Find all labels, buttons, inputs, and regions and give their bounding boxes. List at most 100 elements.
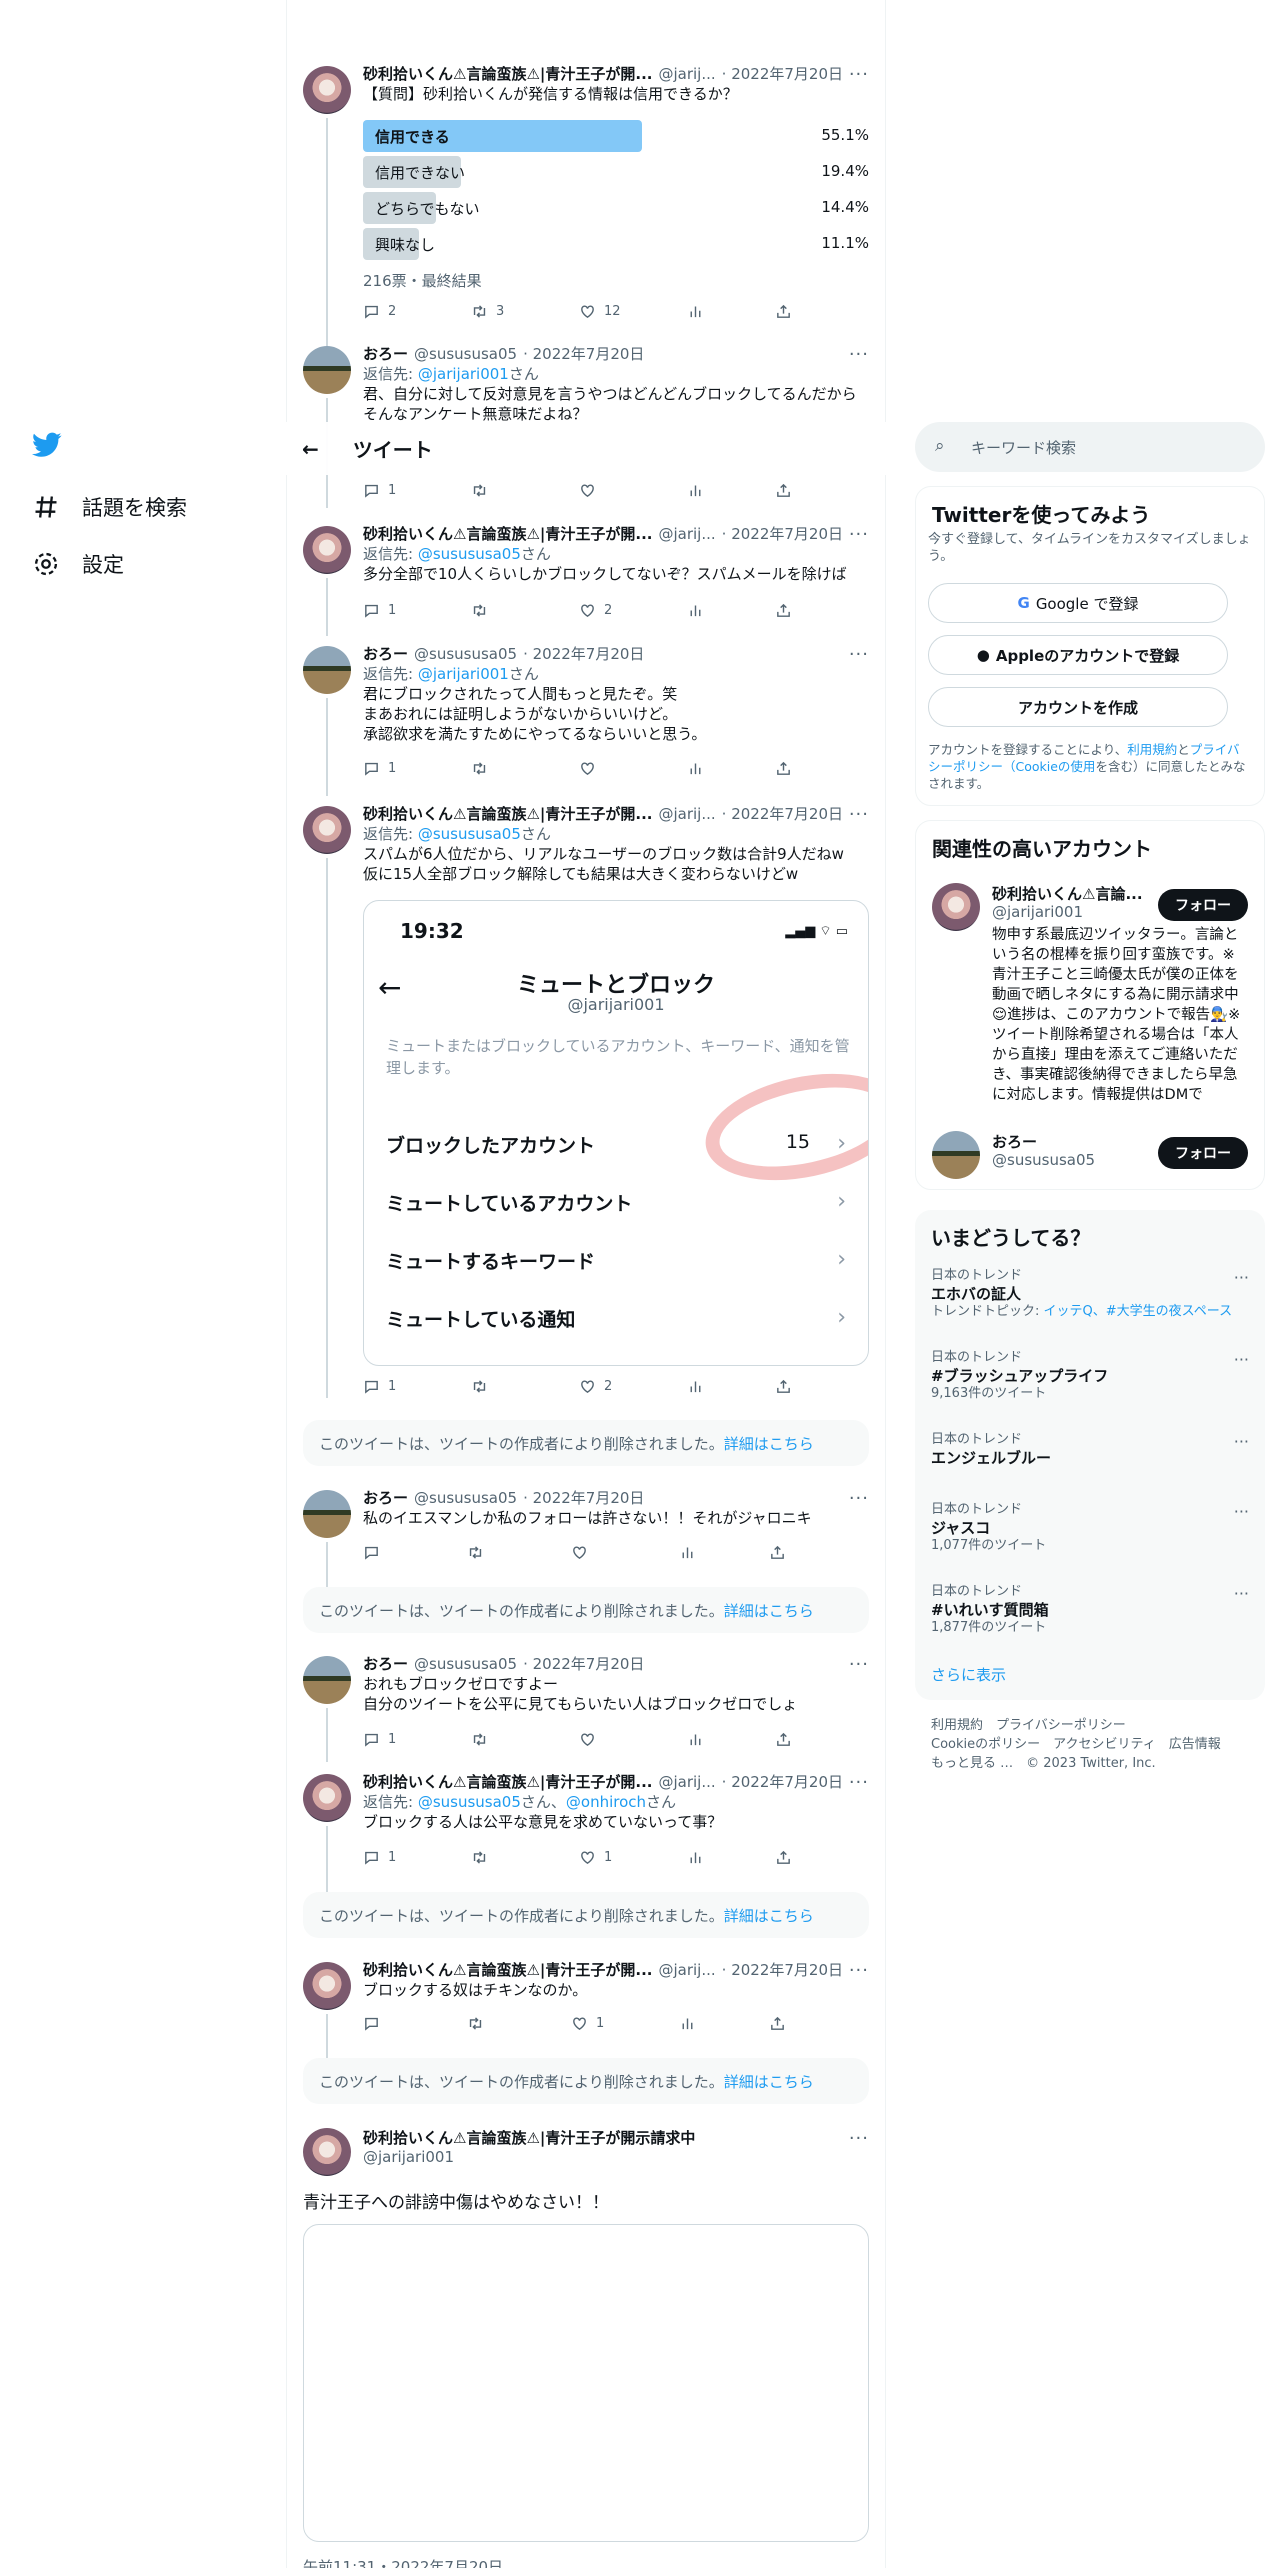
retweet-button[interactable] <box>471 602 488 619</box>
retweet-button[interactable] <box>471 1849 488 1866</box>
reply-button[interactable]: 1 <box>363 1731 396 1748</box>
nav-settings[interactable]: 設定 <box>32 549 124 579</box>
share-button[interactable] <box>769 1544 786 1561</box>
tweet-date[interactable]: · 2022年7月20日 <box>722 64 843 84</box>
reply-to-link[interactable]: @susususa05 <box>418 825 521 843</box>
reply-to-link[interactable]: @jarijari001 <box>418 665 509 683</box>
author-handle[interactable]: @jarij... <box>658 1772 715 1792</box>
details-link[interactable]: 詳細はこちら <box>724 1602 814 1620</box>
avatar[interactable] <box>303 1490 351 1538</box>
trend-item[interactable]: 日本のトレンド #ブラッシュアップライフ 9,163件のツイート ··· <box>931 1350 1249 1402</box>
reply-tweet[interactable]: おろー @susususa05 · 2022年7月20日 ··· おれもブロック… <box>287 1652 885 1762</box>
show-more-link[interactable]: さらに表示 <box>931 1664 1006 1685</box>
reply-tweet[interactable]: 砂利拾いくん⚠言論蛮族⚠|青汁王子が開... @jarij... · 2022年… <box>287 1770 885 1900</box>
author-handle[interactable]: @jarij... <box>658 524 715 544</box>
tweet-media[interactable] <box>303 2224 869 2542</box>
avatar[interactable] <box>303 1656 351 1704</box>
more-icon[interactable]: ··· <box>1234 1350 1249 1369</box>
reply-button[interactable]: 1 <box>363 760 396 777</box>
apple-signup-button[interactable]: ● Appleのアカウントで登録 <box>928 635 1228 675</box>
like-button[interactable] <box>571 1544 588 1561</box>
author-name[interactable]: 砂利拾いくん⚠言論蛮族⚠|青汁王子が開... <box>363 1772 652 1792</box>
reply-button[interactable] <box>363 2015 380 2032</box>
retweet-button[interactable] <box>471 1378 488 1395</box>
avatar[interactable] <box>303 346 351 394</box>
author-name[interactable]: 砂利拾いくん⚠言論蛮族⚠|青汁王子が開... <box>363 1960 652 1980</box>
tweet-date[interactable]: · 2022年7月20日 <box>523 644 644 664</box>
more-icon[interactable]: ··· <box>1234 1502 1249 1521</box>
trend-item[interactable]: 日本のトレンド エホバの証人 トレンドトピック: イッテQ、#大学生の夜スペース… <box>931 1268 1249 1320</box>
avatar[interactable] <box>303 2128 351 2176</box>
author-name[interactable]: おろー <box>363 644 408 664</box>
tweet-date[interactable]: · 2022年7月20日 <box>722 1960 843 1980</box>
reply-to-link[interactable]: @jarijari001 <box>418 365 509 383</box>
reply-tweet[interactable]: 砂利拾いくん⚠言論蛮族⚠|青汁王子が開... @jarij... · 2022年… <box>287 1958 885 2068</box>
poll-tweet[interactable]: 砂利拾いくん⚠言論蛮族⚠|青汁王子が開... @jarij... · 2022年… <box>287 60 885 386</box>
analytics-button[interactable] <box>687 303 704 320</box>
more-icon[interactable]: ··· <box>849 344 869 365</box>
retweet-button[interactable] <box>467 1544 484 1561</box>
analytics-button[interactable] <box>687 760 704 777</box>
author-name[interactable]: おろー <box>363 1488 408 1508</box>
avatar[interactable] <box>303 1962 351 2010</box>
reply-button[interactable]: 1 <box>363 602 396 619</box>
author-name[interactable]: 砂利拾いくん⚠言論蛮族⚠|青汁王子が開... <box>363 64 652 84</box>
like-button[interactable] <box>579 760 596 777</box>
share-button[interactable] <box>775 1849 792 1866</box>
tweet-date[interactable]: · 2022年7月20日 <box>722 804 843 824</box>
reply-to-link[interactable]: @onhiroch <box>566 1793 646 1811</box>
tweet-date[interactable]: · 2022年7月20日 <box>722 524 843 544</box>
analytics-button[interactable] <box>687 1731 704 1748</box>
retweet-button[interactable]: 3 <box>471 303 504 320</box>
share-button[interactable] <box>775 303 792 320</box>
like-button[interactable]: 12 <box>579 303 621 320</box>
trend-item[interactable]: 日本のトレンド ジャスコ 1,077件のツイート ··· <box>931 1502 1249 1554</box>
reply-to-link[interactable]: @susususa05 <box>418 545 521 563</box>
author-name[interactable]: 砂利拾いくん⚠言論蛮族⚠|青汁王子が開示請求中 <box>363 2128 695 2148</box>
share-button[interactable] <box>775 1731 792 1748</box>
more-icon[interactable]: ··· <box>849 1654 869 1675</box>
reply-tweet[interactable]: おろー @susususa05 · 2022年7月20日 ··· 返信先: @j… <box>287 640 885 796</box>
nav-explore[interactable]: 話題を検索 <box>32 492 187 522</box>
like-button[interactable]: 1 <box>579 1849 612 1866</box>
tweet-date[interactable]: · 2022年7月20日 <box>722 1772 843 1792</box>
avatar[interactable] <box>303 526 351 574</box>
tweet-date[interactable]: · 2022年7月20日 <box>523 1488 644 1508</box>
terms-link[interactable]: 利用規約 <box>1127 742 1177 757</box>
like-button[interactable]: 1 <box>571 2015 604 2032</box>
analytics-button[interactable] <box>687 1849 704 1866</box>
author-handle[interactable]: @susususa05 <box>414 344 517 364</box>
create-account-button[interactable]: アカウントを作成 <box>928 687 1228 727</box>
details-link[interactable]: 詳細はこちら <box>724 1907 814 1925</box>
author-handle[interactable]: @jarij... <box>658 804 715 824</box>
analytics-button[interactable] <box>687 482 704 499</box>
analytics-button[interactable] <box>679 2015 696 2032</box>
tweet-image[interactable]: 19:32 ▂▄▆ ⌔ ▭ ← ミュートとブロック @jarijari001 ミ… <box>363 900 869 1366</box>
footer-links[interactable]: 利用規約 プライバシーポリシー Cookieのポリシー アクセシビリティ 広告情… <box>931 1716 1251 1773</box>
author-handle[interactable]: @susususa05 <box>414 644 517 664</box>
details-link[interactable]: 詳細はこちら <box>724 1435 814 1453</box>
share-button[interactable] <box>775 602 792 619</box>
author-handle[interactable]: @jarij... <box>658 1960 715 1980</box>
analytics-button[interactable] <box>679 1544 696 1561</box>
share-button[interactable] <box>775 482 792 499</box>
more-icon[interactable]: ··· <box>849 1960 869 1981</box>
more-icon[interactable]: ··· <box>849 524 869 545</box>
more-icon[interactable]: ··· <box>849 64 869 85</box>
author-handle[interactable]: @jarij... <box>658 64 715 84</box>
retweet-button[interactable] <box>467 2015 484 2032</box>
reply-button[interactable]: 1 <box>363 1378 396 1395</box>
author-name[interactable]: 砂利拾いくん⚠言論蛮族⚠|青汁王子が開... <box>363 524 652 544</box>
search-input[interactable]: ⌕ キーワード検索 <box>915 422 1265 472</box>
like-button[interactable] <box>579 1731 596 1748</box>
account-handle[interactable]: @susususa05 <box>992 1151 1095 1169</box>
reply-tweet[interactable]: 砂利拾いくん⚠言論蛮族⚠|青汁王子が開... @jarij... · 2022年… <box>287 520 885 636</box>
follow-button[interactable]: フォロー <box>1158 889 1248 921</box>
more-icon[interactable]: ··· <box>849 1772 869 1793</box>
twitter-logo-icon[interactable] <box>32 432 62 462</box>
avatar[interactable] <box>932 1131 980 1179</box>
account-name[interactable]: 砂利拾いくん⚠言論... <box>992 883 1142 904</box>
tweet-timestamp[interactable]: 午前11:31・2022年7月20日 <box>303 2556 503 2568</box>
like-button[interactable]: 2 <box>579 602 612 619</box>
more-icon[interactable]: ··· <box>1234 1268 1249 1287</box>
